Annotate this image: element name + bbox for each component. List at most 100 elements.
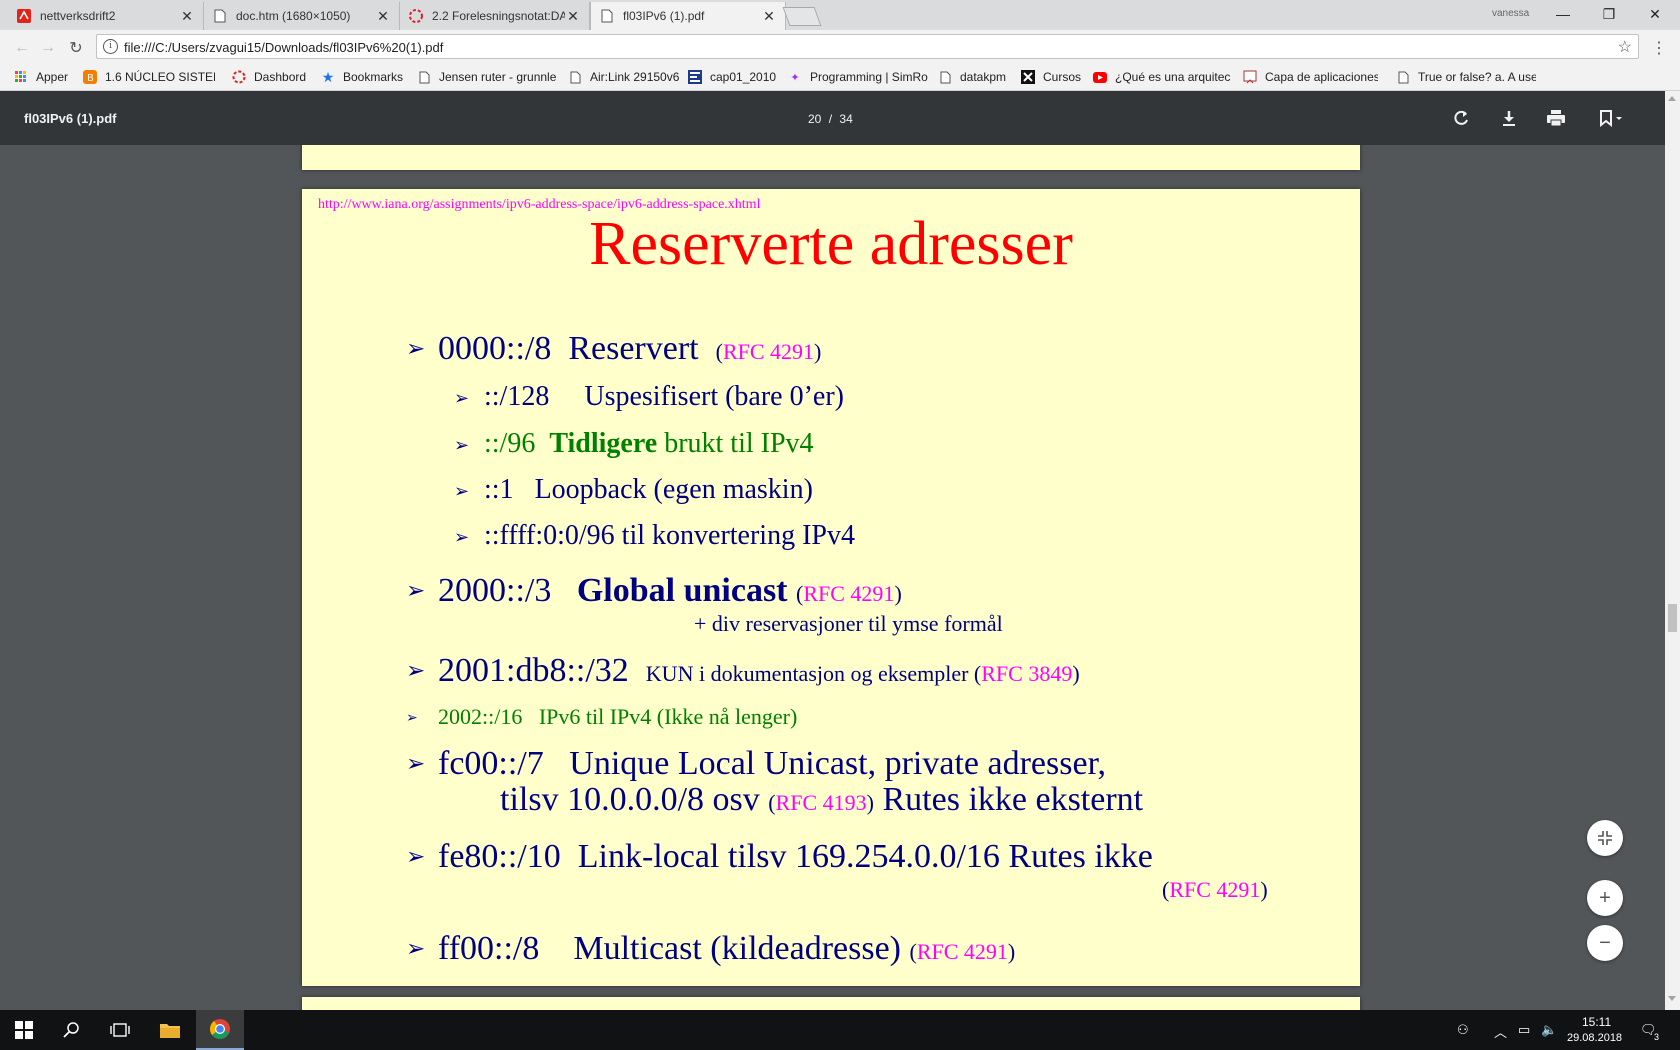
scroll-thumb[interactable] — [1668, 604, 1677, 632]
bullet-arrow-icon: ➢ — [406, 710, 418, 726]
search-button[interactable] — [48, 1010, 96, 1050]
bold-word: Tidligere — [549, 428, 658, 459]
close-icon[interactable]: ✕ — [179, 8, 195, 25]
bullet-arrow-icon: ➢ — [454, 481, 470, 502]
chrome-button[interactable] — [196, 1010, 244, 1050]
tab-forelesningsnotat[interactable]: 2.2 Forelesningsnotat:DAT ✕ — [400, 2, 590, 30]
windows-icon — [15, 1021, 33, 1039]
page-icon — [417, 70, 431, 84]
bookmark-nucleo[interactable]: B 1.6 NÚCLEO SISTEMA — [83, 70, 215, 84]
bookmark-capa[interactable]: Capa de aplicaciones — [1243, 70, 1378, 84]
address-bar[interactable]: i file:///C:/Users/zvagui15/Downloads/fl… — [96, 34, 1639, 59]
minus-icon: − — [1599, 931, 1611, 954]
capa-icon — [1243, 70, 1257, 84]
forward-icon[interactable]: → — [38, 38, 58, 58]
tab-title: doc.htm (1680×1050) — [236, 9, 351, 23]
description: Multicast (kildeadresse) — [573, 930, 901, 967]
bullet-arrow-icon: ➢ — [406, 658, 426, 684]
line-link-local: fe80::/10 Link-local tilsv 169.254.0.0/1… — [438, 838, 1153, 876]
spinner-icon — [408, 8, 424, 24]
bookmark-apps[interactable]: Apper — [14, 70, 68, 84]
bullet-arrow-icon: ➢ — [454, 527, 470, 548]
current-page[interactable]: 20 — [808, 112, 821, 126]
blogger-icon: B — [83, 70, 97, 84]
print-icon[interactable] — [1543, 105, 1569, 131]
bookmark-bookmarks[interactable]: ★ Bookmarks — [321, 70, 403, 84]
url-text[interactable]: file:///C:/Users/zvagui15/Downloads/fl03… — [124, 40, 443, 55]
bookmark-airlink[interactable]: Air:Link 29150v6 — [568, 70, 679, 84]
close-icon[interactable]: ✕ — [565, 8, 581, 25]
fit-page-button[interactable] — [1587, 820, 1623, 856]
page-icon — [599, 8, 615, 24]
people-icon[interactable]: ⚇ — [1457, 1022, 1469, 1038]
rfc-text: RFC 4291 — [1169, 877, 1261, 902]
close-icon[interactable]: ✕ — [761, 8, 777, 25]
reload-icon[interactable]: ↻ — [66, 38, 86, 58]
bookmark-cap01[interactable]: cap01_2010 — [688, 70, 776, 84]
download-icon[interactable] — [1496, 105, 1522, 131]
task-view-button[interactable] — [96, 1010, 144, 1050]
info-icon[interactable]: i — [103, 39, 118, 54]
restore-icon[interactable]: ❐ — [1586, 0, 1632, 28]
file-explorer-button[interactable] — [146, 1010, 194, 1050]
clock-date[interactable]: 29.08.2018 — [1567, 1032, 1622, 1044]
cursos-icon — [1021, 70, 1035, 84]
new-tab-button[interactable] — [782, 7, 822, 26]
pdf-viewer[interactable]: http://www.iana.org/assignments/ipv6-add… — [0, 145, 1665, 1010]
zoom-out-button[interactable]: − — [1587, 925, 1623, 961]
bookmark-star-icon[interactable]: ☆ — [1618, 37, 1632, 57]
svg-text:B: B — [87, 73, 94, 84]
clock-time[interactable]: 15:11 — [1582, 1015, 1611, 1029]
bookmark-label: 1.6 NÚCLEO SISTEMA — [105, 70, 215, 84]
bookmark-cursos[interactable]: Cursos — [1021, 70, 1081, 84]
line-unique-local: fc00::/7 Unique Local Unicast, private a… — [438, 745, 1106, 783]
bookmark-label: Programming | SimRo — [810, 70, 928, 84]
bookmark-true-or-false[interactable]: True or false? a. A use — [1396, 70, 1536, 84]
scroll-up-icon[interactable] — [1668, 96, 1676, 101]
page-indicator: 20 / 34 — [808, 112, 853, 126]
back-icon[interactable]: ← — [12, 38, 32, 58]
prefix: 2001:db8::/32 — [438, 652, 629, 689]
bookmark-label: Capa de aplicaciones — [1265, 70, 1378, 84]
rfc-ref: (RFC 4291) — [715, 339, 822, 364]
line-documentation: 2001:db8::/32 KUN i dokumentasjon og eks… — [438, 652, 1080, 690]
bookmark-menu-icon[interactable] — [1592, 105, 1632, 131]
bookmark-arquitectura[interactable]: ¿Qué es una arquitec — [1093, 70, 1233, 84]
plus-icon: + — [1599, 886, 1611, 909]
previous-page — [302, 145, 1360, 170]
minimize-icon[interactable]: — — [1540, 0, 1586, 28]
youtube-icon — [1093, 70, 1107, 84]
search-icon — [63, 1022, 79, 1038]
tab-nettverksdrift2[interactable]: nettverksdrift2 ✕ — [8, 2, 204, 30]
scrollbar[interactable] — [1665, 91, 1680, 1010]
zoom-in-button[interactable]: + — [1587, 880, 1623, 916]
rotate-icon[interactable] — [1449, 105, 1475, 131]
page-icon — [1396, 70, 1410, 84]
close-icon[interactable]: ✕ — [375, 8, 391, 25]
bookmark-programming[interactable]: ✦ Programming | SimRo — [788, 70, 928, 84]
bullet-arrow-icon: ➢ — [406, 578, 426, 604]
rfc-text: RFC 4291 — [803, 581, 895, 606]
window-close-icon[interactable]: ✕ — [1632, 0, 1678, 28]
page-icon — [938, 70, 952, 84]
tray-chevron-icon[interactable]: ︿ — [1494, 1022, 1507, 1041]
start-button[interactable] — [0, 1010, 48, 1050]
folder-icon — [160, 1024, 180, 1038]
pdf-icon — [16, 8, 32, 24]
network-icon[interactable]: ▭ — [1518, 1022, 1530, 1038]
profile-name[interactable]: vanessa — [1492, 8, 1529, 19]
volume-muted-icon[interactable]: 🔈 — [1541, 1022, 1557, 1038]
bookmark-datakpm[interactable]: datakpm — [938, 70, 1006, 84]
rfc-ref: (RFC 4291) — [909, 939, 1016, 964]
total-pages: 34 — [839, 112, 853, 126]
tab-pdf-active[interactable]: fl03IPv6 (1).pdf ✕ — [590, 2, 786, 30]
tab-doc[interactable]: doc.htm (1680×1050) ✕ — [204, 2, 400, 30]
description: Link-local tilsv 169.254.0.0/16 Rutes ik… — [577, 838, 1153, 875]
scroll-down-icon[interactable] — [1668, 996, 1676, 1001]
task-view-icon — [110, 1023, 130, 1037]
bookmark-dashbord[interactable]: Dashbord — [232, 70, 306, 84]
bookmark-jensen[interactable]: Jensen ruter - grunnle — [417, 70, 557, 84]
menu-icon[interactable]: ⋮ — [1651, 38, 1667, 58]
page-icon — [212, 8, 228, 24]
prefix: fc00::/7 — [438, 745, 544, 782]
